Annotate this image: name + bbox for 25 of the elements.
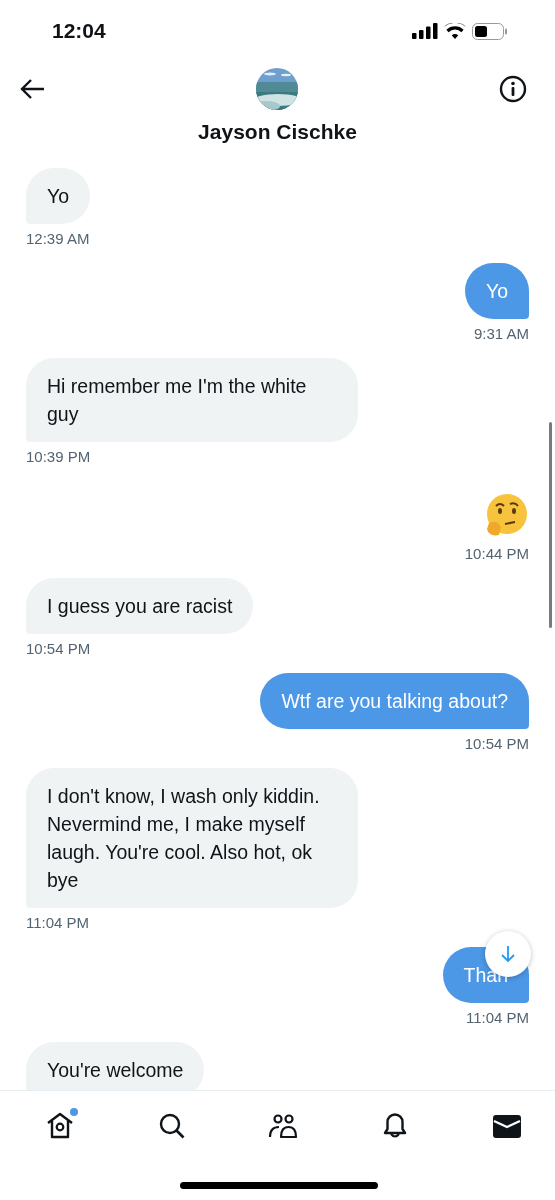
message-bubble: Yo bbox=[464, 263, 529, 319]
wifi-icon bbox=[444, 23, 466, 39]
info-icon[interactable] bbox=[499, 75, 527, 103]
message-bubble: Wtf are you talking about? bbox=[260, 673, 529, 729]
arrow-down-icon bbox=[500, 945, 516, 963]
message-bubble: Hi remember me I'm the white guy bbox=[26, 358, 358, 442]
message-time: 11:04 PM bbox=[465, 1009, 529, 1026]
contact-name: Jayson Cischke bbox=[198, 120, 357, 144]
people-icon[interactable] bbox=[267, 1111, 300, 1141]
message-bubble: I don't know, I wash only kiddin. Nevermind me, I make myself laugh. You're cool. Also hot, ok bye bbox=[26, 768, 358, 908]
status-time: 12:04 bbox=[52, 19, 106, 43]
battery-icon bbox=[472, 22, 508, 40]
message-time: 11:04 PM bbox=[26, 914, 90, 931]
message-time: 12:39 AM bbox=[26, 230, 90, 247]
message-time: 10:39 PM bbox=[26, 448, 91, 465]
message-bubble: I guess you are racist bbox=[26, 578, 254, 634]
home-icon[interactable] bbox=[45, 1111, 75, 1141]
message-time: 9:31 AM bbox=[473, 325, 529, 342]
message-bubble: Yo bbox=[26, 168, 91, 224]
signal-icon bbox=[412, 23, 438, 39]
message-time: 10:54 PM bbox=[26, 640, 91, 657]
back-arrow-icon[interactable] bbox=[20, 78, 46, 100]
message-time: 10:44 PM bbox=[464, 545, 529, 562]
message-bubble: You're welcome bbox=[26, 1042, 205, 1090]
message-time: 10:54 PM bbox=[464, 735, 529, 752]
